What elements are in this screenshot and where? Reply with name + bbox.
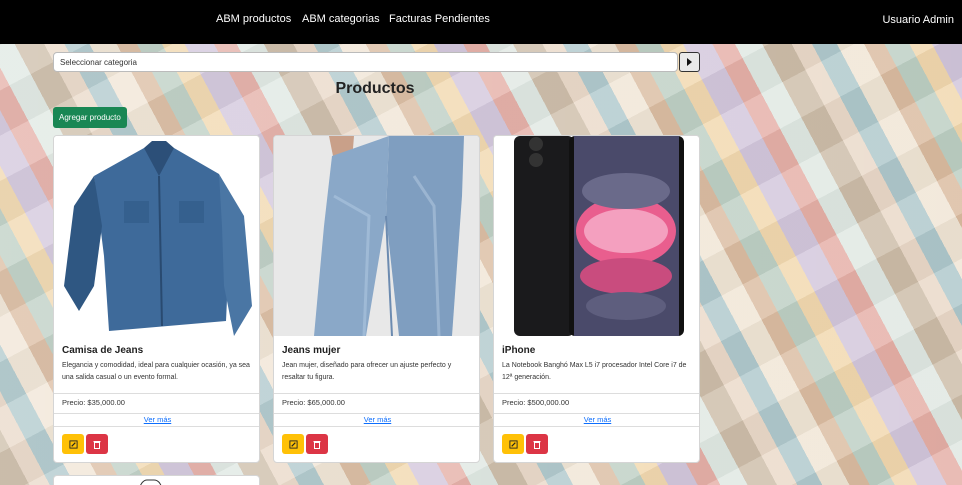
product-card [53,475,260,485]
divider [274,426,479,427]
product-price: Precio: $500,000.00 [502,398,570,407]
user-menu[interactable]: Usuario Admin [882,14,954,26]
divider [494,393,699,394]
play-icon [687,58,692,66]
nav-facturas-pendientes[interactable]: Facturas Pendientes [389,13,490,25]
see-more-link[interactable]: Ver más [54,415,259,424]
product-description: Elegancia y comodidad, ideal para cualqu… [62,362,250,381]
trash-icon [313,440,321,449]
edit-button[interactable] [502,434,524,454]
pencil-icon [68,439,78,449]
trash-icon [93,440,101,449]
divider [494,413,699,414]
product-card: iPhone La Notebook Banghó Max L5 i7 proc… [493,135,700,463]
pencil-icon [508,439,518,449]
jeans-image [274,136,479,336]
product-price: Precio: $35,000.00 [62,398,125,407]
see-more-link[interactable]: Ver más [494,415,699,424]
iphone-image [494,136,699,336]
edit-button[interactable] [282,434,304,454]
add-product-button[interactable]: Agregar producto [53,107,127,128]
divider [54,413,259,414]
product-description: Jean mujer, diseñado para ofrecer un aju… [282,362,452,381]
pencil-icon [288,439,298,449]
see-more-link[interactable]: Ver más [274,415,479,424]
product-description: La Notebook Banghó Max L5 i7 procesador … [502,362,687,381]
divider [274,413,479,414]
delete-button[interactable] [306,434,328,454]
nav-abm-categorias[interactable]: ABM categorias [302,13,380,25]
product-name: Camisa de Jeans [62,345,144,356]
bag-image [140,479,162,485]
category-select[interactable]: Seleccionar categoria [53,52,678,72]
divider [494,426,699,427]
product-card: Jeans mujer Jean mujer, diseñado para of… [273,135,480,463]
page-title: Productos [335,80,415,97]
category-filter: Seleccionar categoria [53,52,700,72]
delete-button[interactable] [526,434,548,454]
filter-submit-button[interactable] [679,52,700,72]
product-card: Camisa de Jeans Elegancia y comodidad, i… [53,135,260,463]
edit-button[interactable] [62,434,84,454]
top-navbar: ABM productos ABM categorias Facturas Pe… [0,0,962,44]
product-price: Precio: $65,000.00 [282,398,345,407]
denim-shirt-image [54,136,259,336]
divider [54,426,259,427]
product-name: Jeans mujer [282,345,341,356]
nav-abm-productos[interactable]: ABM productos [216,13,291,25]
product-name: iPhone [502,345,536,356]
divider [54,393,259,394]
trash-icon [533,440,541,449]
divider [274,393,479,394]
delete-button[interactable] [86,434,108,454]
